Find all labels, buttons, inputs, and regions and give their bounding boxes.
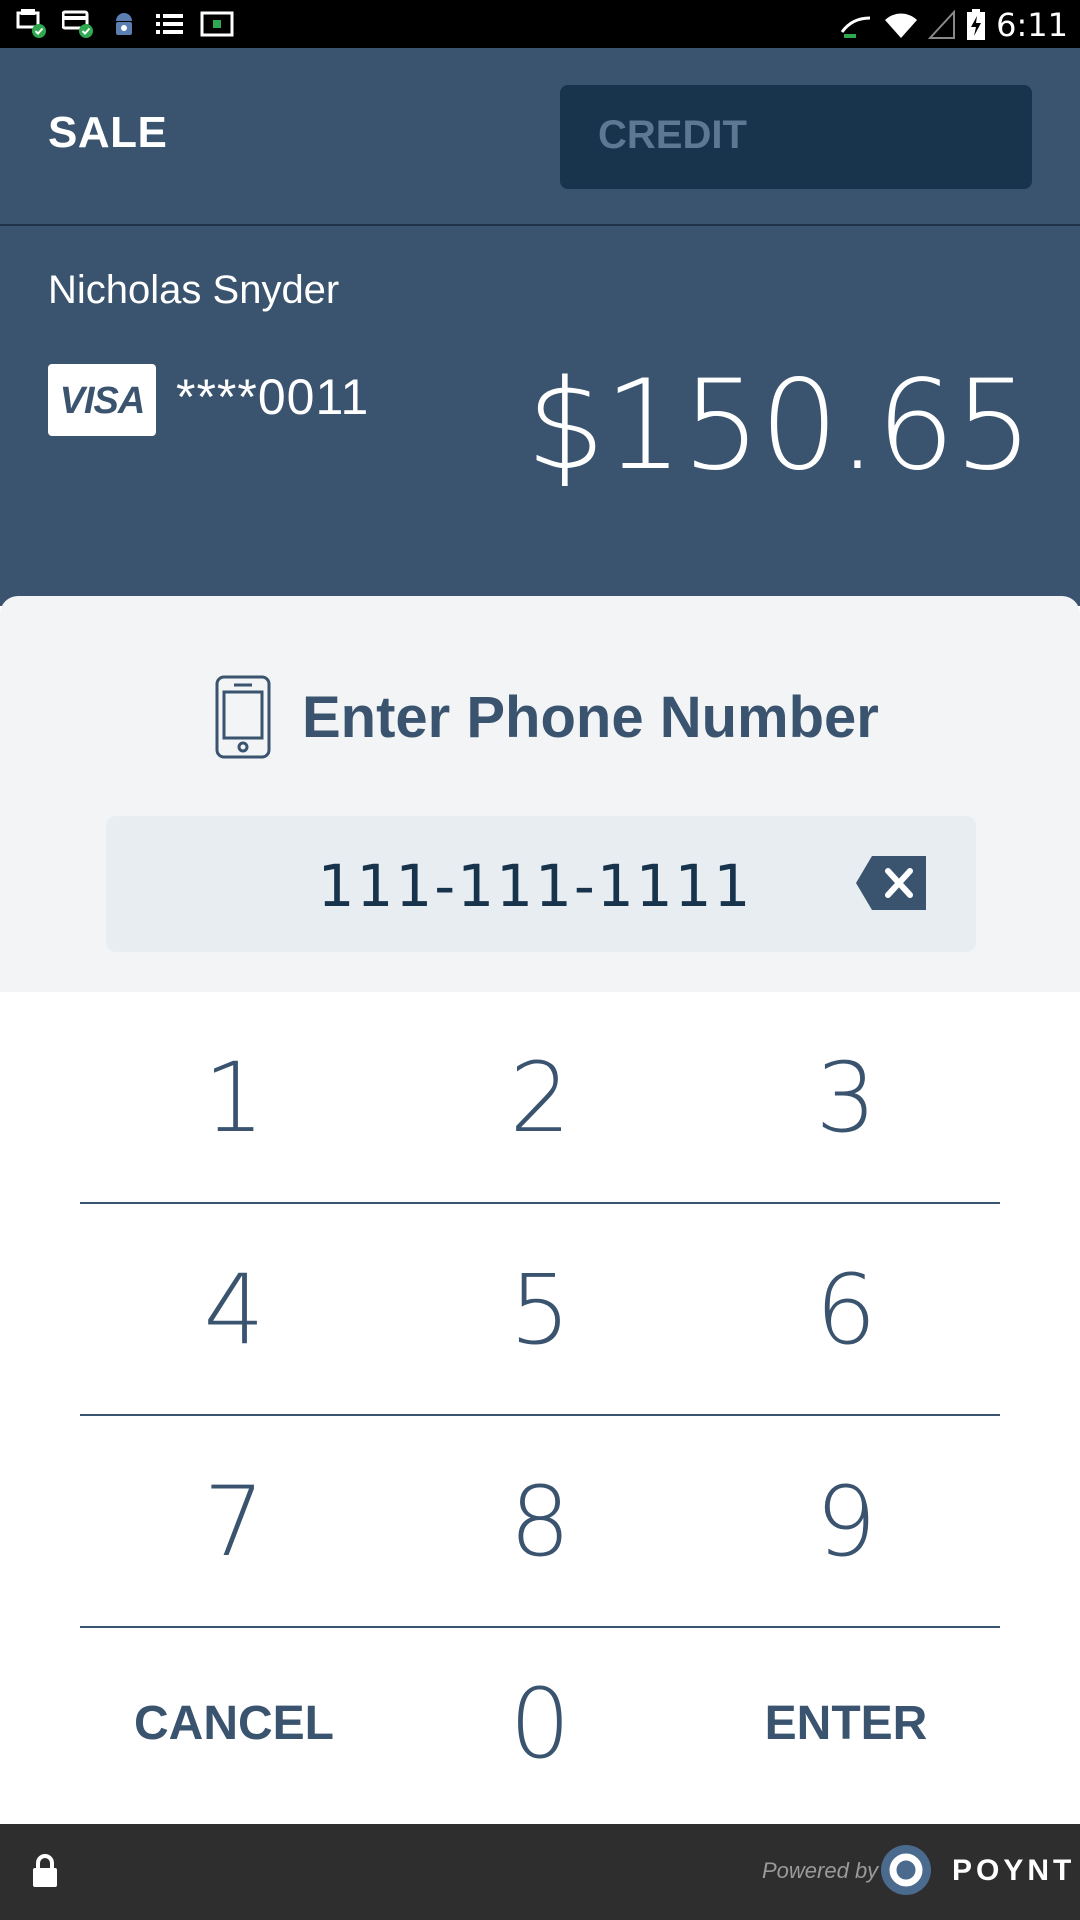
key-7[interactable]: 7 — [84, 1416, 384, 1628]
phone-entry-title: Enter Phone Number — [302, 684, 879, 750]
android-icon — [108, 9, 140, 39]
keypad-row: CANCEL 0 ENTER — [80, 1618, 1000, 1830]
transaction-header: SALE CREDIT — [0, 48, 1080, 226]
visa-card-icon: VISA — [48, 364, 156, 436]
print-ok-icon — [16, 9, 48, 39]
key-0[interactable]: 0 — [390, 1618, 690, 1830]
phone-entry-panel: Enter Phone Number 111-111-1111 — [0, 596, 1080, 992]
status-bar-notifications — [16, 9, 234, 39]
numeric-keypad: 1 2 3 4 5 6 7 8 9 CANCEL 0 ENTER — [0, 992, 1080, 1824]
phone-number-field[interactable]: 111-111-1111 — [106, 816, 976, 952]
key-5[interactable]: 5 — [390, 1204, 690, 1416]
backspace-icon[interactable] — [854, 854, 928, 912]
footer-bar: Powered by POYNT — [0, 1824, 1080, 1920]
customer-name: Nicholas Snyder — [48, 268, 340, 312]
phone-number-value: 111-111-1111 — [317, 852, 753, 920]
wifi-icon — [885, 13, 918, 39]
keypad-row: 7 8 9 — [80, 1416, 1000, 1628]
card-brand-label: VISA — [59, 380, 146, 422]
key-3[interactable]: 3 — [696, 992, 996, 1204]
card-number: ****0011 — [176, 369, 370, 425]
battery-charging-icon — [967, 9, 986, 40]
lock-icon — [33, 1854, 57, 1887]
payment-type-button[interactable]: CREDIT — [560, 85, 1032, 189]
phone-icon — [215, 675, 271, 759]
payment-type-label: CREDIT — [598, 113, 747, 157]
clock: 6:11 — [996, 6, 1068, 44]
screen-icon — [200, 9, 234, 39]
key-8[interactable]: 8 — [390, 1416, 690, 1628]
customer-summary: Nicholas Snyder VISA ****0011 $150.65 — [0, 226, 1080, 606]
poynt-logo-icon — [881, 1845, 931, 1895]
key-2[interactable]: 2 — [390, 992, 690, 1204]
card-ok-icon — [61, 9, 94, 39]
status-bar-system: 6:11 — [840, 6, 1068, 44]
key-6[interactable]: 6 — [696, 1204, 996, 1416]
sale-amount: $150.65 — [526, 354, 1033, 498]
key-4[interactable]: 4 — [84, 1204, 384, 1416]
list-icon — [154, 9, 186, 39]
transaction-type-label: SALE — [48, 108, 168, 157]
cast-icon — [840, 16, 871, 38]
signal-icon — [928, 10, 956, 39]
phone-entry-heading: Enter Phone Number — [214, 674, 879, 760]
brand-name: POYNT — [952, 1854, 1076, 1887]
key-1[interactable]: 1 — [84, 992, 384, 1204]
keypad-row: 4 5 6 — [80, 1204, 1000, 1416]
status-bar: 6:11 — [0, 0, 1080, 48]
cancel-button[interactable]: CANCEL — [84, 1618, 384, 1830]
enter-button[interactable]: ENTER — [696, 1618, 996, 1830]
keypad-row: 1 2 3 — [80, 992, 1000, 1204]
key-9[interactable]: 9 — [696, 1416, 996, 1628]
powered-by-label: Powered by — [762, 1858, 879, 1883]
